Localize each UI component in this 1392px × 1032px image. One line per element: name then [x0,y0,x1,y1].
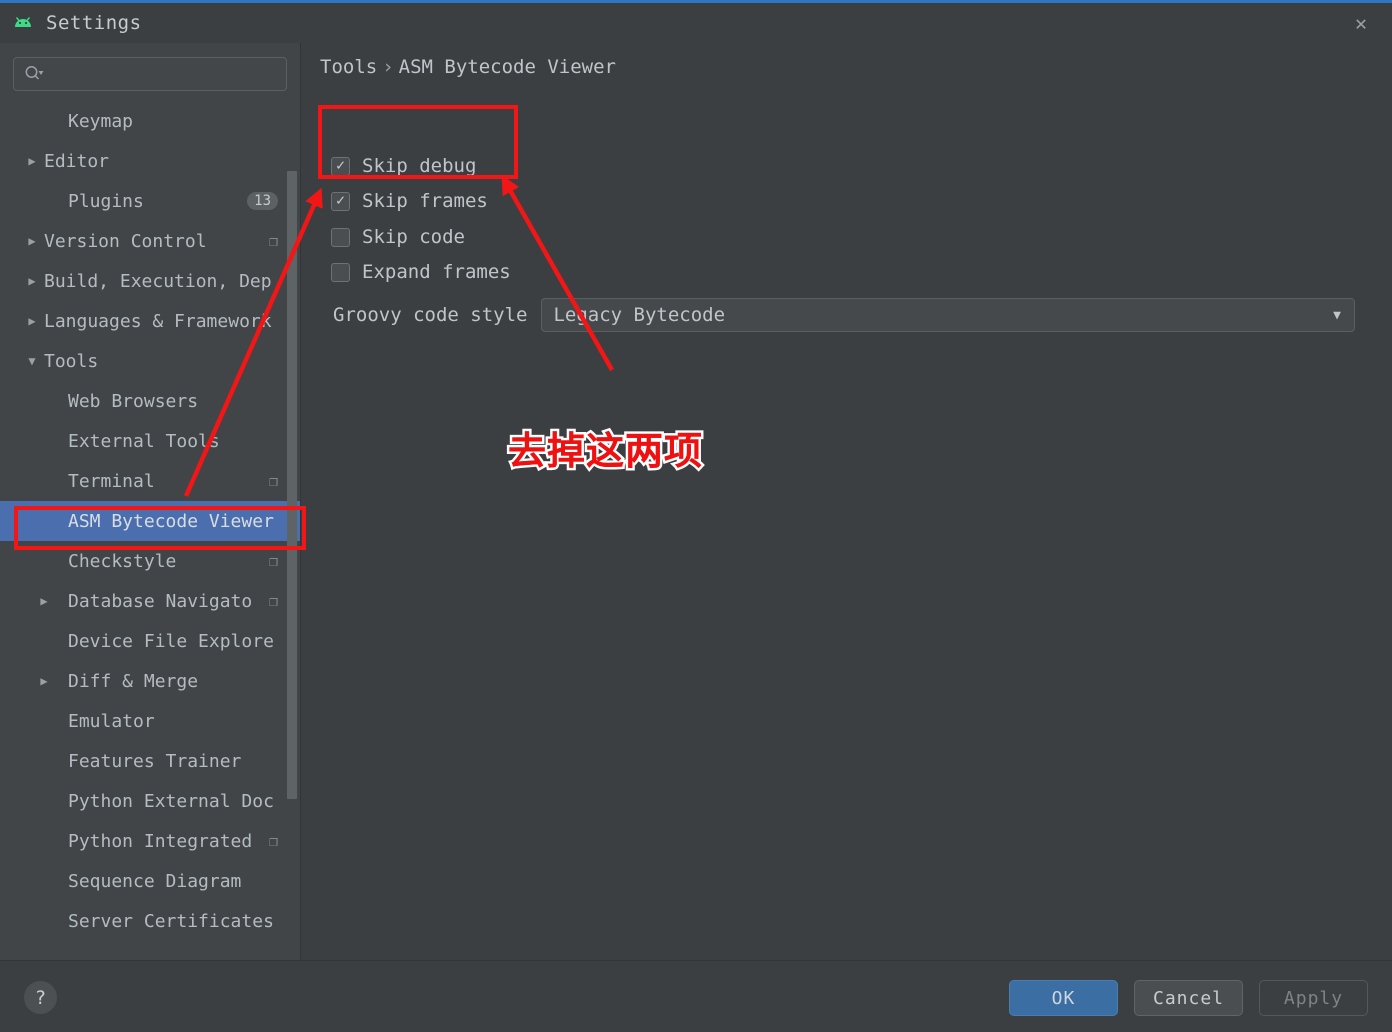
sidebar-item-label: Web Browsers [68,390,199,412]
sidebar-item-editor[interactable]: ▶ Editor [0,141,300,181]
sidebar-item-external-tools[interactable]: External Tools [0,421,300,461]
chevron-down-icon: ▼ [1333,307,1341,323]
groovy-code-style-label: Groovy code style [333,304,528,326]
sidebar-item-label: Tools [44,350,99,372]
sidebar-item-terminal[interactable]: Terminal ❐ [0,461,300,501]
copy-settings-icon[interactable]: ❐ [269,233,278,249]
window-title: Settings [46,12,142,34]
settings-dialog: Settings ✕ Keymap ▶ Editor Plugins 13 ▶ Versio… [0,0,1392,1032]
sidebar-item-tools[interactable]: ▼ Tools [0,341,300,381]
chevron-right-icon[interactable]: ▶ [20,234,44,248]
sidebar-item-build-execution-dep[interactable]: ▶ Build, Execution, Dep [0,261,300,301]
sidebar-item-checkstyle[interactable]: Checkstyle ❐ [0,541,300,581]
sidebar-item-label: Server Certificates [68,910,274,932]
copy-settings-icon[interactable]: ❐ [269,833,278,849]
copy-settings-icon[interactable]: ❐ [269,553,278,569]
chevron-down-icon[interactable]: ▼ [20,354,44,368]
android-icon [12,15,34,31]
help-button[interactable]: ? [24,981,57,1014]
sidebar-item-device-file-explore[interactable]: Device File Explore [0,621,300,661]
sidebar-item-label: Database Navigato [68,590,253,612]
breadcrumb-separator: › [382,56,394,78]
chevron-right-icon[interactable]: ▶ [20,594,68,608]
check-icon: ✓ [335,155,346,174]
cancel-button[interactable]: Cancel [1134,980,1243,1016]
annotation-note: 去掉这两项 去掉这两项 [505,420,704,476]
sidebar-item-sequence-diagram[interactable]: Sequence Diagram [0,861,300,901]
checkbox-skip-debug[interactable]: ✓ [331,155,350,176]
sidebar-item-diff-merge[interactable]: ▶ Diff & Merge [0,661,300,701]
search-wrap [0,43,300,91]
sidebar-item-asm-bytecode-viewer[interactable]: ASM Bytecode Viewer [0,501,300,541]
sidebar-item-label: ASM Bytecode Viewer [68,510,274,532]
groovy-code-style-select[interactable]: Legacy Bytecode ▼ [541,298,1355,332]
sidebar-item-label: Terminal [68,470,155,492]
checkbox-label: Skip debug [362,155,477,177]
check-icon: ✓ [335,190,346,209]
chevron-right-icon[interactable]: ▶ [20,314,44,328]
sidebar-item-label: Keymap [68,110,134,132]
sidebar-item-features-trainer[interactable]: Features Trainer [0,741,300,781]
dialog-footer: ? OK Cancel Apply [0,960,1392,1032]
checkbox-skip-code[interactable] [331,227,350,247]
annotation-note-fill: 去掉这两项 [508,429,704,473]
checkbox-row-skip-debug[interactable]: ✓ Skip debug [331,151,476,181]
ok-button[interactable]: OK [1009,980,1118,1016]
sidebar-item-label: Emulator [68,710,155,732]
sidebar-item-emulator[interactable]: Emulator [0,701,300,741]
breadcrumb-current: ASM Bytecode Viewer [398,56,616,78]
search-input[interactable] [44,65,286,83]
sidebar-item-label: Features Trainer [68,750,242,772]
checkbox-label: Skip code [362,226,465,248]
sidebar-item-database-navigato[interactable]: ▶ Database Navigato ❐ [0,581,300,621]
close-icon[interactable]: ✕ [1338,5,1384,41]
copy-settings-icon[interactable]: ❐ [269,473,278,489]
search-icon [24,65,44,83]
sidebar-item-server-certificates[interactable]: Server Certificates [0,901,300,941]
sidebar-item-label: External Tools [68,430,220,452]
sidebar-item-label: Languages & Framework [44,310,272,332]
settings-main-panel: Tools › ASM Bytecode Viewer ✓ Skip debug ✓ Sk… [301,43,1392,960]
settings-sidebar: Keymap ▶ Editor Plugins 13 ▶ Version Control ❐ ▶… [0,43,300,960]
sidebar-item-label: Sequence Diagram [68,870,242,892]
sidebar-item-plugins[interactable]: Plugins 13 [0,181,300,221]
chevron-right-icon[interactable]: ▶ [20,154,44,168]
title-bar: Settings ✕ [0,3,1392,43]
sidebar-item-label: Python External Doc [68,790,274,812]
chevron-right-icon[interactable]: ▶ [20,674,68,688]
sidebar-scrollbar[interactable] [287,171,297,799]
plugins-count-badge: 13 [247,192,278,210]
checkbox-expand-frames[interactable] [331,262,350,282]
sidebar-item-label: Python Integrated [68,830,253,852]
search-box[interactable] [13,57,287,91]
breadcrumb: Tools › ASM Bytecode Viewer [320,56,616,78]
sidebar-item-keymap[interactable]: Keymap [0,101,300,141]
checkbox-label: Skip frames [362,190,488,212]
sidebar-item-web-browsers[interactable]: Web Browsers [0,381,300,421]
checkbox-row-expand-frames[interactable]: Expand frames [331,257,511,287]
breadcrumb-parent[interactable]: Tools [320,56,377,78]
copy-settings-icon[interactable]: ❐ [269,593,278,609]
checkbox-row-skip-frames[interactable]: ✓ Skip frames [331,186,488,216]
sidebar-item-label: Editor [44,150,110,172]
sidebar-item-label: Device File Explore [68,630,274,652]
groovy-code-style-value: Legacy Bytecode [553,304,726,326]
sidebar-item-python-external-doc[interactable]: Python External Doc [0,781,300,821]
groovy-code-style-row: Groovy code style Legacy Bytecode ▼ [333,298,1355,332]
sidebar-item-python-integrated[interactable]: Python Integrated ❐ [0,821,300,861]
sidebar-item-label: Version Control [44,230,207,252]
checkbox-label: Expand frames [362,261,511,283]
sidebar-item-label: Diff & Merge [68,670,199,692]
sidebar-item-label: Checkstyle [68,550,177,572]
checkbox-row-skip-code[interactable]: Skip code [331,222,465,252]
sidebar-item-label: Build, Execution, Dep [44,270,272,292]
checkbox-skip-frames[interactable]: ✓ [331,190,350,211]
sidebar-item-languages-framework[interactable]: ▶ Languages & Framework [0,301,300,341]
apply-button[interactable]: Apply [1259,980,1368,1016]
sidebar-item-version-control[interactable]: ▶ Version Control ❐ [0,221,300,261]
chevron-right-icon[interactable]: ▶ [20,274,44,288]
sidebar-item-label: Plugins [68,190,144,212]
settings-tree: Keymap ▶ Editor Plugins 13 ▶ Version Control ❐ ▶… [0,101,300,941]
